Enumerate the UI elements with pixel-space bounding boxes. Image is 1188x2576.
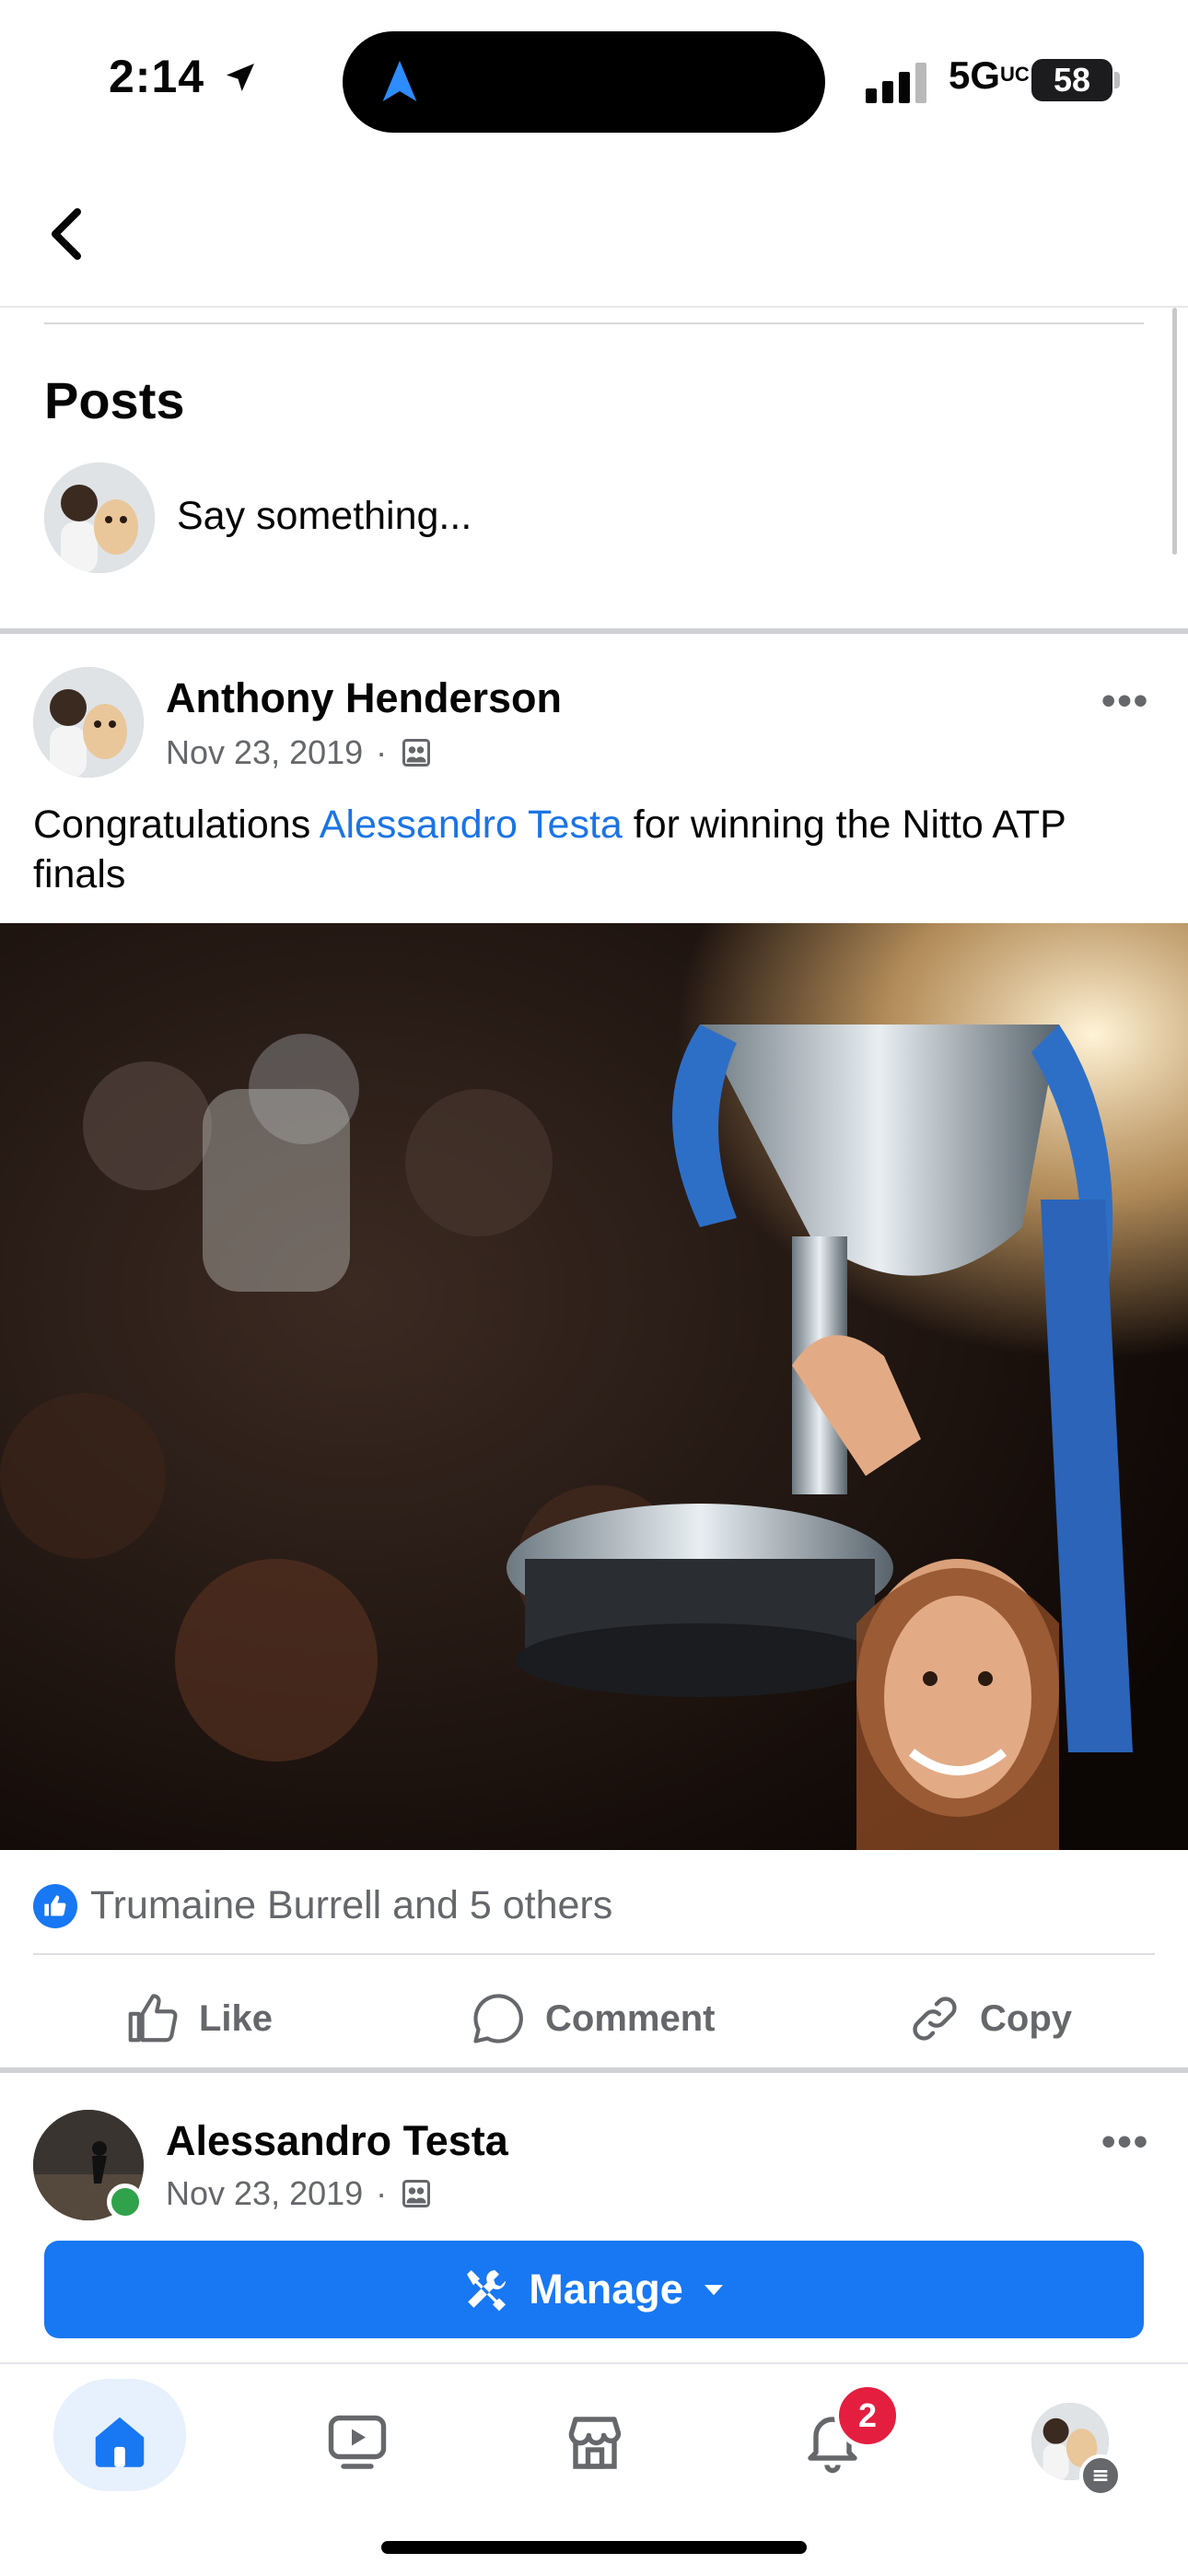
post-date[interactable]: Nov 23, 2019 xyxy=(166,2174,363,2213)
battery-nub xyxy=(1114,72,1120,88)
post-more-options-icon[interactable]: ••• xyxy=(1101,2119,1149,2165)
trophy-photo xyxy=(0,923,1188,1850)
tab-video[interactable] xyxy=(302,2386,413,2497)
network-type: 5GUC xyxy=(949,53,1030,97)
avatar-photo xyxy=(44,463,155,573)
like-reaction-icon xyxy=(33,1883,77,1928)
reactions-text: Trumaine Burrell and 5 others xyxy=(90,1883,613,1927)
comment-bubble-icon xyxy=(473,1994,523,2043)
meta-dot: · xyxy=(376,733,388,771)
composer-input[interactable]: Say something... xyxy=(177,494,472,539)
post-meta: Nov 23, 2019 · xyxy=(166,733,433,772)
section-divider xyxy=(44,322,1144,324)
tabbar-divider xyxy=(0,2362,1188,2364)
post-more-options-icon[interactable]: ••• xyxy=(1101,678,1149,724)
post-image[interactable] xyxy=(0,923,1188,1850)
section-title: Posts xyxy=(44,371,185,429)
tab-menu-profile[interactable] xyxy=(1015,2386,1125,2497)
back-chevron-icon[interactable] xyxy=(44,206,88,262)
home-icon xyxy=(95,2417,145,2467)
online-status-indicator xyxy=(107,2184,144,2220)
friends-audience-icon[interactable] xyxy=(400,2177,433,2210)
thumbs-up-icon xyxy=(128,1994,178,2043)
scrollbar[interactable] xyxy=(1172,308,1177,555)
post-separator xyxy=(0,2067,1188,2073)
battery-level: 58 xyxy=(1031,59,1112,101)
post-author-name[interactable]: Alessandro Testa xyxy=(166,2117,508,2165)
home-indicator[interactable] xyxy=(381,2541,807,2554)
like-button[interactable]: Like xyxy=(123,1977,273,2060)
post-text: Congratulations Alessandro Testa for win… xyxy=(33,802,1066,896)
video-icon xyxy=(328,2415,387,2469)
friends-audience-icon[interactable] xyxy=(400,736,433,769)
tab-marketplace[interactable] xyxy=(540,2386,650,2497)
post-author-avatar[interactable] xyxy=(33,667,144,778)
comment-button[interactable]: Comment xyxy=(470,1977,715,2060)
location-arrow-icon xyxy=(226,64,254,91)
tab-home[interactable] xyxy=(64,2386,175,2497)
menu-hamburger-icon xyxy=(1079,2454,1122,2497)
post-meta: Nov 23, 2019 · xyxy=(166,2174,433,2213)
avatar-photo xyxy=(33,667,144,778)
link-icon xyxy=(913,1996,957,2041)
tools-icon xyxy=(467,2270,507,2312)
dynamic-island xyxy=(343,31,825,133)
manage-button[interactable]: Manage xyxy=(44,2241,1144,2338)
cellular-signal-icon xyxy=(866,63,926,103)
copy-link-button[interactable]: Copy xyxy=(908,1977,1072,2060)
post-date[interactable]: Nov 23, 2019 xyxy=(166,733,363,772)
user-avatar[interactable] xyxy=(44,463,155,573)
notification-count-badge: 2 xyxy=(834,2383,901,2449)
meta-dot: · xyxy=(376,2174,388,2212)
nav-divider xyxy=(0,306,1188,308)
status-time: 2:14 xyxy=(109,50,259,103)
caret-down-icon xyxy=(704,2285,723,2296)
post-separator xyxy=(0,628,1188,634)
mention-link[interactable]: Alessandro Testa xyxy=(320,802,623,847)
post-author-name[interactable]: Anthony Henderson xyxy=(166,674,562,722)
marketplace-store-icon xyxy=(568,2417,622,2469)
reactions-summary[interactable]: Trumaine Burrell and 5 others xyxy=(33,1883,612,1928)
navigation-arrow-icon xyxy=(382,61,417,101)
reactions-divider xyxy=(33,1953,1155,1955)
